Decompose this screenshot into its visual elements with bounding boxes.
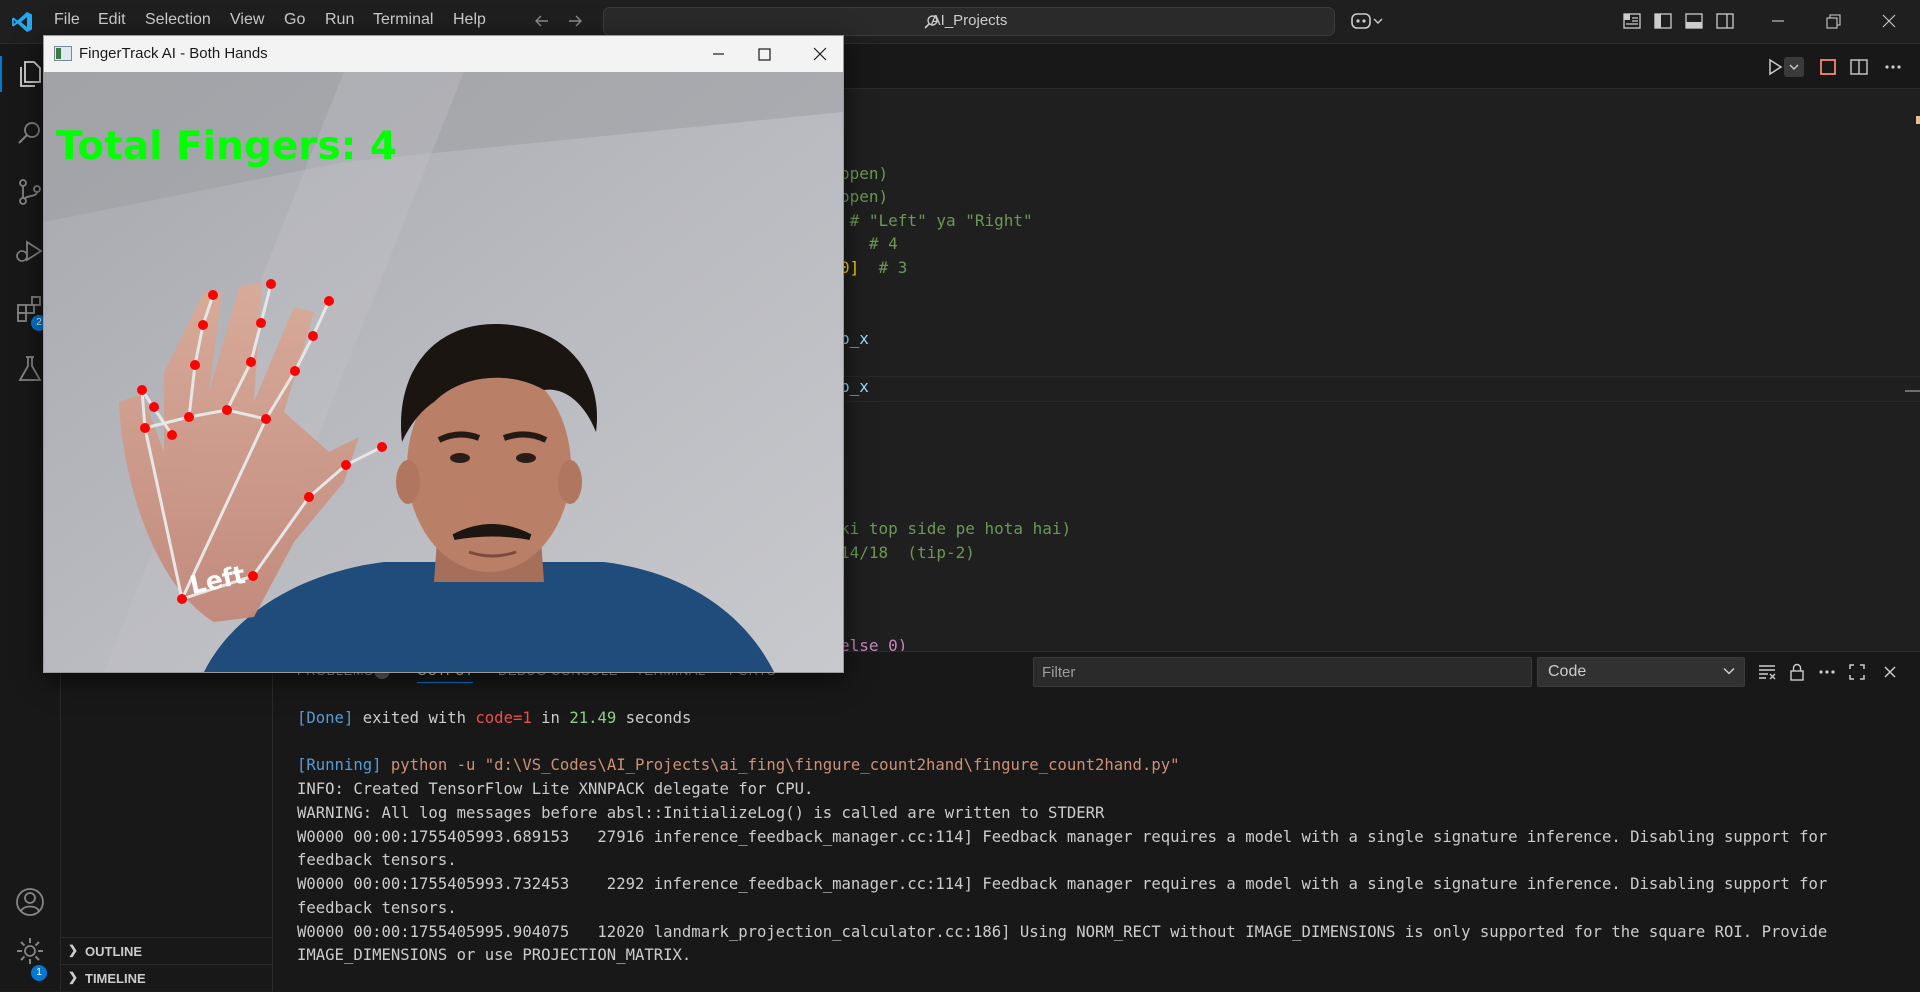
stop-icon[interactable] [1818,57,1838,77]
elapsed-time: 21.49 [569,709,617,727]
active-indicator [0,56,2,92]
command-center-text: AI_Projects [930,12,1008,29]
timeline-section[interactable]: ❯ TIMELINE [61,964,272,991]
total-fingers-overlay: Total Fingers: 4 [56,124,397,169]
vscode-logo-icon [12,12,32,32]
forward-arrow-icon[interactable] [566,12,584,30]
explorer-icon[interactable] [13,57,47,91]
output-filter[interactable] [1033,657,1532,687]
webcam-frame: Total Fingers: 4 Left [44,72,843,672]
customize-layout-icon[interactable] [1621,10,1643,32]
done-tag: [Done] [297,709,354,727]
running-command: python -u "d:\VS_Codes\AI_Projects\ai_fi… [381,756,1180,774]
output-line: W0000 00:00:1755405993.732453 2292 infer… [297,875,1828,893]
output-line: [Done] exited with code=1 in 21.49 secon… [297,709,691,727]
camera-window[interactable]: FingerTrack AI - Both Hands Total Finger… [43,35,844,673]
output-line: W0000 00:00:1755405995.904075 12020 land… [297,923,1828,941]
running-tag: [Running] [297,756,382,774]
camera-minimize-icon[interactable] [695,36,741,72]
testing-icon[interactable] [13,352,47,386]
filter-input[interactable] [1034,658,1531,686]
camera-window-titlebar[interactable]: FingerTrack AI - Both Hands [44,36,843,72]
chevron-right-icon: ❯ [68,943,79,957]
code-line: 0] # 3 [840,258,907,277]
output-line: W0000 00:00:1755405993.689153 27916 infe… [297,828,1828,846]
code-line: open) [840,187,889,206]
camera-window-title: FingerTrack AI - Both Hands [79,45,268,62]
run-python-file-icon[interactable] [1765,56,1805,78]
minimize-icon[interactable] [1767,10,1789,32]
maximize-panel-icon[interactable] [1847,662,1867,682]
output-channel-select[interactable]: Code [1537,657,1745,687]
code-line: ki top side pe hota hai) [840,519,1072,538]
panel-more-icon[interactable] [1817,662,1837,682]
settings-gear-icon[interactable] [13,934,47,968]
outline-label: OUTLINE [85,944,143,959]
code-line: p_x [840,329,869,348]
close-panel-icon[interactable] [1881,663,1899,681]
output-line: INFO: Created TensorFlow Lite XNNPACK de… [297,780,814,798]
menu-help[interactable]: Help [453,11,486,29]
outline-section[interactable]: ❯ OUTLINE [61,937,272,964]
exit-code: code=1 [475,709,532,727]
menu-selection[interactable]: Selection [145,11,211,29]
search-view-icon[interactable] [13,116,47,150]
close-window-icon[interactable] [1878,10,1900,32]
menu-go[interactable]: Go [284,11,305,29]
code-comment: # 3 [859,258,908,277]
toggle-secondary-sidebar-icon[interactable] [1714,10,1736,32]
source-control-icon[interactable] [13,175,47,209]
camera-close-icon[interactable] [797,36,843,72]
scrollbar-marker [1916,116,1920,124]
toggle-primary-sidebar-icon[interactable] [1652,10,1674,32]
command-center[interactable]: AI_Projects [603,7,1335,36]
app-window-icon [54,46,72,61]
chevron-down-icon [1723,667,1735,675]
restore-icon[interactable] [1822,10,1844,32]
menu-terminal[interactable]: Terminal [373,11,433,29]
settings-badge: 1 [31,965,47,981]
account-icon[interactable] [13,885,47,919]
code-line: # "Left" ya "Right" [840,211,1033,230]
toggle-panel-icon[interactable] [1683,10,1705,32]
run-debug-icon[interactable] [13,234,47,268]
menu-view[interactable]: View [230,11,264,29]
split-editor-icon[interactable] [1849,57,1869,77]
code-line: p_x [840,377,869,396]
camera-maximize-icon[interactable] [741,36,787,72]
output-line: [Running] python -u "d:\VS_Codes\AI_Proj… [297,756,1180,774]
menu-edit[interactable]: Edit [98,11,126,29]
code-line: # 4 [840,234,898,253]
more-actions-icon[interactable] [1883,57,1903,77]
scrollbar-cursor-marker [1905,390,1920,392]
code-line: 14/18 (tip-2) [840,543,975,562]
clear-output-icon[interactable] [1757,662,1777,682]
lock-scroll-icon[interactable] [1787,662,1807,682]
code-line: open) [840,164,889,183]
done-text: in [531,709,570,727]
menu-file[interactable]: File [54,11,80,29]
output-line: feedback tensors. [297,899,457,917]
back-arrow-icon[interactable] [533,12,551,30]
menu-run[interactable]: Run [325,11,354,29]
chevron-right-icon: ❯ [68,970,79,984]
done-text: exited with [353,709,476,727]
output-line: WARNING: All log messages before absl::I… [297,804,1105,822]
timeline-label: TIMELINE [85,971,146,986]
camera-feed: Total Fingers: 4 Left [44,72,843,672]
done-text: seconds [616,709,692,727]
copilot-icon[interactable] [1350,10,1384,32]
output-channel-value: Code [1548,663,1587,680]
output-line: IMAGE_DIMENSIONS or use PROJECTION_MATRI… [297,946,692,964]
output-line: feedback tensors. [297,851,457,869]
